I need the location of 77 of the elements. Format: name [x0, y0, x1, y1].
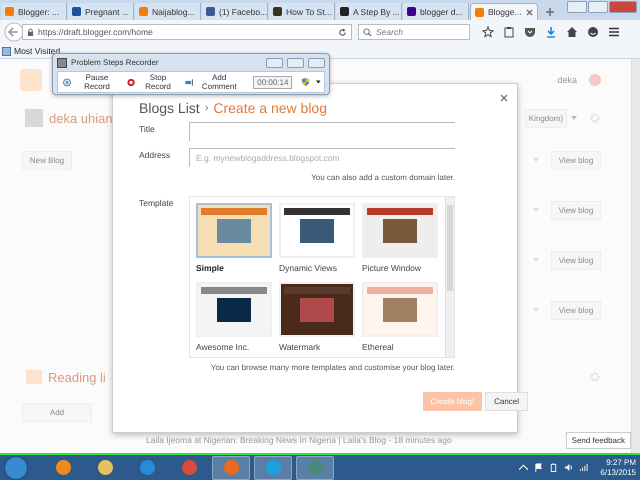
clipboard-icon[interactable] — [503, 26, 515, 38]
address-bar[interactable]: https://draft.blogger.com/home — [22, 24, 352, 40]
menu-icon[interactable] — [608, 26, 620, 38]
browser-tab[interactable]: Blogge... — [470, 3, 538, 20]
maximize-icon[interactable] — [287, 58, 304, 68]
app-icon — [56, 460, 70, 475]
close-icon[interactable] — [526, 8, 533, 16]
smiley-icon[interactable] — [587, 26, 599, 38]
timer-display: 00:00:14 — [253, 76, 292, 88]
search-box[interactable]: Search — [358, 24, 470, 40]
clock-date[interactable]: 6/13/2015 — [600, 468, 636, 478]
clock-time[interactable]: 9:27 PM — [606, 458, 636, 468]
shield-icon[interactable] — [301, 77, 310, 87]
hint-text: You can browse many more templates and customise your blog later. — [210, 363, 455, 372]
app-icon — [308, 460, 322, 475]
search-icon — [363, 28, 372, 36]
volume-icon[interactable] — [564, 463, 574, 472]
separator: › — [204, 102, 208, 114]
browser-tab[interactable]: blogger d... — [403, 3, 469, 20]
template-option[interactable]: Ethereal — [362, 282, 440, 357]
pocket-icon[interactable] — [524, 26, 536, 38]
star-icon[interactable] — [482, 26, 494, 38]
template-option[interactable]: Simple — [196, 203, 274, 280]
start-button[interactable] — [4, 456, 28, 480]
browser-tab[interactable]: Blogger: ... — [1, 3, 67, 20]
browser-tab[interactable]: (1) Facebo... — [202, 3, 268, 20]
bookmark-folder-icon — [2, 46, 11, 56]
field-label: Template — [139, 197, 174, 210]
app-icon — [98, 460, 112, 475]
caret-icon[interactable] — [519, 463, 528, 472]
minimize-icon[interactable] — [567, 1, 587, 13]
template-thumbnail[interactable] — [196, 203, 272, 258]
section-title: Reading li — [48, 370, 106, 384]
app-icon — [266, 460, 280, 475]
breadcrumb-link[interactable]: Blogs List — [139, 100, 200, 116]
template-option[interactable]: Picture Window — [362, 203, 440, 280]
new-tab-icon[interactable] — [545, 7, 555, 17]
reload-icon[interactable] — [338, 28, 347, 36]
send-feedback-button[interactable]: Send feedback — [566, 432, 631, 448]
template-option[interactable]: Dynamic Views — [279, 203, 357, 280]
recorder-button[interactable]: Pause Record — [61, 73, 122, 91]
stop-icon — [126, 78, 135, 86]
taskbar-app[interactable] — [296, 456, 334, 480]
pause-icon — [63, 78, 72, 86]
browser-tab[interactable]: A Step By ... — [336, 3, 402, 20]
signal-icon[interactable] — [579, 463, 588, 472]
recorder-button[interactable]: Add Comment — [183, 73, 244, 91]
minimize-icon[interactable] — [266, 58, 283, 68]
taskbar-app[interactable] — [212, 456, 250, 480]
app-icon — [57, 58, 67, 68]
lock-icon — [27, 28, 34, 36]
app-icon — [182, 460, 196, 475]
input-field[interactable]: E.g. mynewblogaddress.blogspot.com — [189, 148, 455, 167]
app-icon — [140, 460, 154, 475]
maximize-icon[interactable] — [588, 1, 608, 13]
field-label: Address — [139, 149, 172, 162]
browser-tab[interactable]: How To St... — [269, 3, 335, 20]
avatar-placeholder — [25, 109, 43, 127]
comment-icon — [185, 78, 194, 86]
hint-text: You can also add a custom domain later. — [310, 173, 455, 182]
cancel-button[interactable]: Cancel — [485, 392, 528, 411]
template-option[interactable]: Awesome Inc. — [196, 282, 274, 357]
browser-tab[interactable]: Pregnant ... — [68, 3, 134, 20]
download-icon[interactable] — [545, 26, 557, 38]
template-option[interactable]: Watermark — [279, 282, 357, 357]
dialog-title: Create a new blog — [213, 100, 328, 116]
window-title: Problem Steps Recorder — [71, 58, 160, 67]
flag-icon[interactable] — [534, 463, 544, 472]
app-icon — [224, 460, 238, 475]
recorder-button[interactable]: Stop Record — [124, 73, 180, 91]
battery-icon[interactable] — [549, 463, 558, 472]
browser-tab[interactable]: Naijablog... — [135, 3, 201, 20]
profile-name: deka uhian — [49, 110, 113, 126]
taskbar-app[interactable] — [254, 456, 292, 480]
home-icon[interactable] — [566, 26, 578, 38]
close-icon[interactable] — [500, 94, 508, 102]
field-label: Title — [139, 123, 156, 136]
